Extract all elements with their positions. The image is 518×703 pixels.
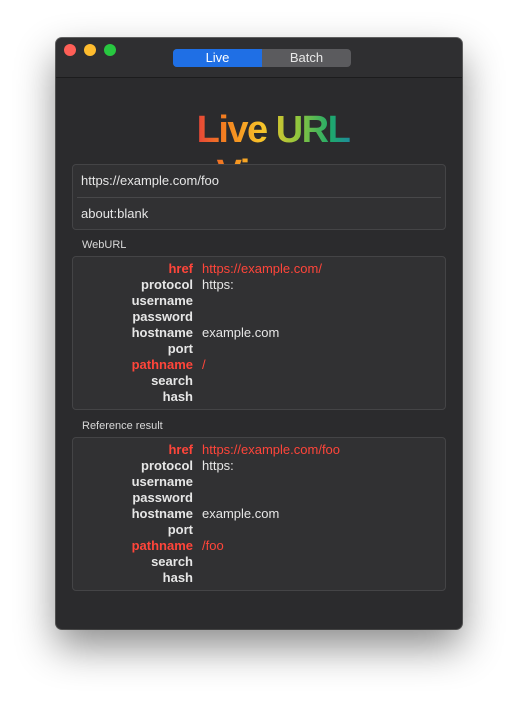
- component-key: href: [168, 442, 193, 457]
- component-key: hostname: [131, 325, 193, 340]
- component-row-hash: hash: [73, 389, 445, 405]
- component-key: port: [167, 522, 193, 537]
- component-row-href: href https://example.com/: [73, 261, 445, 277]
- component-key: protocol: [141, 277, 193, 292]
- reference-section-title: Reference result: [82, 420, 163, 432]
- component-row-hostname: hostname example.com: [73, 506, 445, 522]
- weburl-section-title: WebURL: [82, 239, 127, 251]
- titlebar: Live Batch: [56, 38, 462, 78]
- component-key: href: [168, 261, 193, 276]
- component-row-hash: hash: [73, 570, 445, 586]
- component-value[interactable]: https:: [202, 458, 234, 474]
- component-key: password: [132, 490, 193, 505]
- mode-segmented-control: Live Batch: [173, 49, 351, 67]
- component-key: pathname: [131, 538, 193, 553]
- component-row-protocol: protocol https:: [73, 458, 445, 474]
- component-key: port: [167, 341, 193, 356]
- component-value[interactable]: example.com: [202, 325, 279, 341]
- url-input-main[interactable]: https://example.com/foo: [73, 165, 445, 197]
- zoom-window-button[interactable]: [104, 44, 116, 56]
- component-key: username: [131, 293, 193, 308]
- component-key: search: [151, 554, 193, 569]
- tab-live[interactable]: Live: [173, 49, 262, 67]
- component-row-hostname: hostname example.com: [73, 325, 445, 341]
- component-value[interactable]: /: [202, 357, 206, 373]
- component-value[interactable]: https://example.com/: [202, 261, 322, 277]
- component-value[interactable]: https:: [202, 277, 234, 293]
- component-key: hostname: [131, 506, 193, 521]
- component-key: search: [151, 373, 193, 388]
- minimize-window-button[interactable]: [84, 44, 96, 56]
- component-value[interactable]: https://example.com/foo: [202, 442, 340, 458]
- component-row-pathname: pathname /: [73, 357, 445, 373]
- close-window-button[interactable]: [64, 44, 76, 56]
- component-key: hash: [162, 570, 193, 585]
- component-key: username: [131, 474, 193, 489]
- component-row-port: port: [73, 522, 445, 538]
- component-row-username: username: [73, 293, 445, 309]
- component-key: password: [132, 309, 193, 324]
- app-window: Live Batch Live URL Viewer https://examp…: [56, 38, 462, 629]
- component-row-username: username: [73, 474, 445, 490]
- component-row-protocol: protocol https:: [73, 277, 445, 293]
- component-value[interactable]: /foo: [202, 538, 224, 554]
- reference-result-panel: href https://example.com/foo protocol https…: [72, 437, 446, 591]
- component-row-search: search: [73, 373, 445, 389]
- component-row-port: port: [73, 341, 445, 357]
- component-row-pathname: pathname/foo: [73, 538, 445, 554]
- component-row-password: password: [73, 309, 445, 325]
- component-key: hash: [162, 389, 193, 404]
- weburl-result-panel: href https://example.com/protocol https: us…: [72, 256, 446, 410]
- tab-batch[interactable]: Batch: [262, 49, 351, 67]
- component-row-search: search: [73, 554, 445, 570]
- component-key: pathname: [131, 357, 193, 372]
- component-row-password: password: [73, 490, 445, 506]
- component-value[interactable]: example.com: [202, 506, 279, 522]
- component-key: protocol: [141, 458, 193, 473]
- url-input-base[interactable]: about:blank: [77, 197, 441, 230]
- url-input-list: https://example.com/foo about:blank: [72, 164, 446, 230]
- component-row-href: href https://example.com/foo: [73, 442, 445, 458]
